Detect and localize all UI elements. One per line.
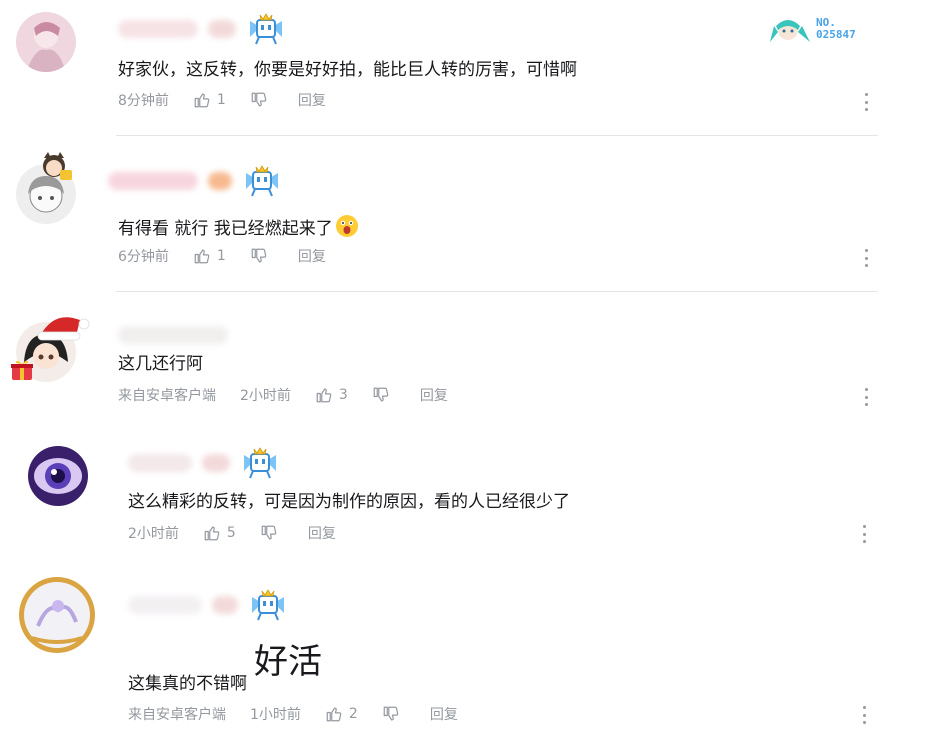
thumb-down-icon [250,91,268,109]
like-count: 1 [216,248,226,264]
dislike-button[interactable] [250,91,274,109]
reply-button[interactable]: 回复 [298,246,326,266]
like-button[interactable]: 2 [325,705,358,723]
pendant-icon [38,150,74,184]
thumb-down-icon [382,705,400,723]
user-row [128,448,280,478]
user-row [118,320,228,350]
more-menu-icon[interactable] [861,706,867,724]
comment-text: 这几还行阿 [118,354,203,374]
like-count: 2 [348,706,358,722]
gift-icon [10,358,34,382]
reply-button[interactable]: 回复 [420,385,448,405]
comment-text-content: 有得看 就行 我已经燃起来了 [118,219,333,239]
like-count: 1 [216,92,226,108]
level-badge-icon [248,587,288,623]
like-button[interactable]: 5 [203,524,236,542]
username-tag [202,454,230,472]
avatar[interactable] [28,446,88,506]
like-count: 5 [226,525,236,541]
avatar[interactable] [18,576,96,654]
reply-button[interactable]: 回复 [430,704,458,724]
username[interactable] [118,326,228,344]
comment-meta: 6分钟前 1 回复 [118,246,350,266]
thumb-up-icon [193,247,211,265]
santa-hat-icon [36,310,92,344]
sticker-text: 好活 [254,642,322,682]
dislike-button[interactable] [250,247,274,265]
like-button[interactable]: 1 [193,247,226,265]
level-badge-icon [240,445,280,481]
comment-text: 这集真的不错啊 [128,674,247,694]
like-button[interactable]: 1 [193,91,226,109]
reply-button[interactable]: 回复 [308,523,336,543]
thumb-up-icon [203,524,221,542]
like-button[interactable]: 3 [315,386,348,404]
comment-meta: 来自安卓客户端 1小时前 2 回复 [128,704,482,724]
like-count: 3 [338,387,348,403]
comment-time: 1小时前 [250,707,301,723]
thumb-up-icon [315,386,333,404]
user-row [128,590,288,620]
username-tag [208,172,232,190]
comment-text: 好家伙，这反转，你要是好好拍，能比巨人转的厉害，可惜啊 [118,60,577,80]
thumb-up-icon [193,91,211,109]
thumb-down-icon [250,247,268,265]
divider [116,135,878,136]
comment-text: 有得看 就行 我已经燃起来了 [118,214,359,241]
user-row [108,166,282,196]
thumb-down-icon [260,524,278,542]
thumb-up-icon [325,705,343,723]
miku-icon [770,20,810,42]
username-tag [212,596,238,614]
divider [116,291,878,292]
avatar[interactable] [16,12,76,72]
level-badge-icon [246,11,286,47]
fan-medal-number: 025847 [816,28,856,41]
comment-time: 2小时前 [128,526,179,542]
username[interactable] [118,20,198,38]
username[interactable] [128,596,202,614]
more-menu-icon[interactable] [863,93,869,111]
fan-medal[interactable]: NO. 025847 [768,12,878,46]
username-tag [208,20,236,38]
comment-meta: 8分钟前 1 回复 [118,90,350,110]
username[interactable] [128,454,192,472]
more-menu-icon[interactable] [861,525,867,543]
reply-button[interactable]: 回复 [298,90,326,110]
comment-time: 2小时前 [240,388,291,404]
dislike-button[interactable] [382,705,406,723]
user-row [118,14,286,44]
comment-source: 来自安卓客户端 [118,388,216,404]
dislike-button[interactable] [372,386,396,404]
comment-time: 8分钟前 [118,93,169,109]
comment-meta: 2小时前 5 回复 [128,523,360,543]
shocked-emoji-icon [335,215,358,237]
thumb-down-icon [372,386,390,404]
comment-meta: 来自安卓客户端 2小时前 3 回复 [118,385,472,405]
comment-source: 来自安卓客户端 [128,707,226,723]
username[interactable] [108,172,198,190]
dislike-button[interactable] [260,524,284,542]
level-badge-icon [242,163,282,199]
more-menu-icon[interactable] [863,249,869,267]
comment-time: 6分钟前 [118,249,169,265]
more-menu-icon[interactable] [863,388,869,406]
comment-text: 这么精彩的反转，可是因为制作的原因，看的人已经很少了 [128,492,570,512]
